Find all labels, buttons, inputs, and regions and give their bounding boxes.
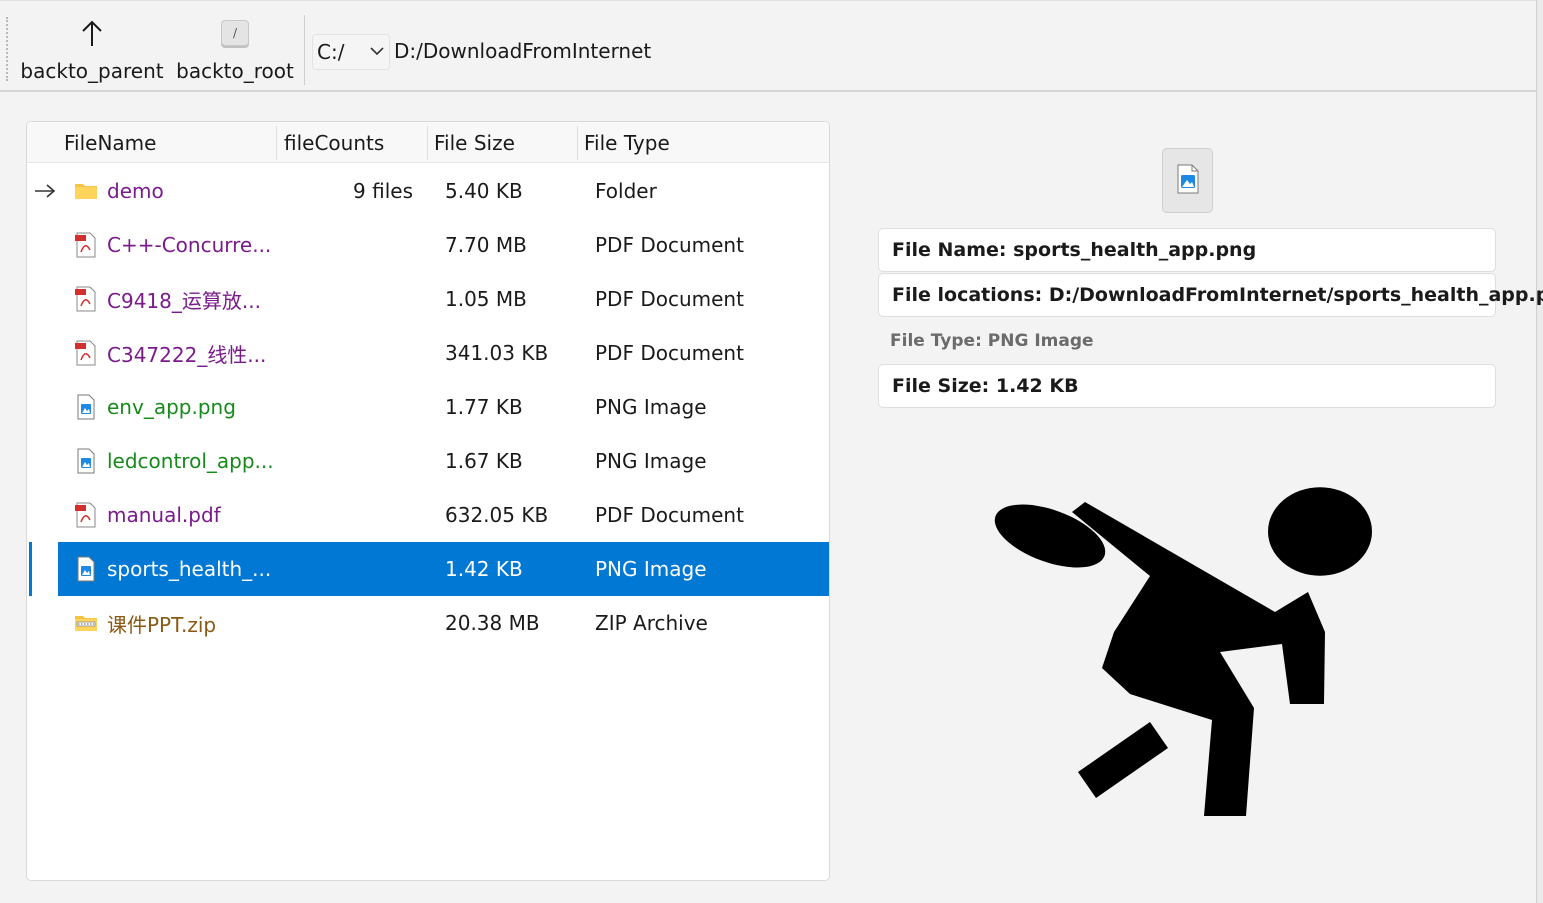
file-name-cell: sports_health_... [107,557,272,581]
file-type-cell: ZIP Archive [595,611,708,635]
table-row[interactable]: demo 9 files 5.40 KB Folder [27,164,829,218]
file-type-cell: PDF Document [595,503,744,527]
table-row[interactable]: C347222_线性... 341.03 KB PDF Document [27,326,829,380]
file-type-cell: PDF Document [595,287,744,311]
folder-icon [73,164,99,218]
table-row[interactable]: 课件PPT.zip 20.38 MB ZIP Archive [27,596,829,650]
back-to-root-label: backto_root [176,59,294,83]
table-row[interactable]: C9418_运算放... 1.05 MB PDF Document [27,272,829,326]
file-count-cell [275,488,413,542]
back-to-parent-label: backto_parent [20,59,164,83]
file-size-cell: 7.70 MB [445,233,527,257]
file-size-cell: 1.05 MB [445,287,527,311]
detail-file-name: File Name: sports_health_app.png [878,228,1496,272]
file-name-cell: C347222_线性... [107,342,267,367]
image-preview [990,472,1390,832]
file-count-cell [275,218,413,272]
file-count-cell [275,272,413,326]
file-name-cell: C++-Concurre... [107,233,272,257]
table-row[interactable]: C++-Concurre... 7.70 MB PDF Document [27,218,829,272]
table-row[interactable]: ledcontrol_app... 1.67 KB PNG Image [27,434,829,488]
file-count-cell [275,596,413,650]
column-divider[interactable] [427,126,428,160]
zip-icon [73,596,99,650]
file-size-cell: 1.77 KB [445,395,523,419]
back-to-parent-button[interactable]: backto_parent [20,9,164,87]
column-header-filetype[interactable]: File Type [584,122,670,163]
detail-file-size: File Size: 1.42 KB [878,364,1496,408]
file-count-cell [275,380,413,434]
file-name-cell: ledcontrol_app... [107,449,274,473]
column-header-filecounts[interactable]: fileCounts [284,122,384,163]
image-file-icon [73,380,99,434]
table-header: FileName fileCounts File Size File Type [27,122,829,163]
file-size-cell: 20.38 MB [445,611,540,635]
file-type-cell: PDF Document [595,341,744,365]
drive-select[interactable]: C:/ [312,34,390,70]
back-to-root-button[interactable]: / backto_root [176,9,294,87]
file-count-cell [275,434,413,488]
detail-file-type: File Type: PNG Image [890,331,1094,351]
file-count-cell [275,542,413,596]
image-file-icon [73,542,99,596]
file-name-cell: demo [107,179,164,203]
file-count-cell: 9 files [353,179,413,203]
window-right-edge [1536,0,1543,903]
file-name-cell: manual.pdf [107,503,221,527]
file-name-cell: env_app.png [107,395,236,419]
table-row[interactable]: env_app.png 1.77 KB PNG Image [27,380,829,434]
pdf-icon [73,326,99,380]
file-type-cell: Folder [595,179,657,203]
file-type-cell: PNG Image [595,557,707,581]
current-row-arrow-icon [33,164,57,218]
toolbar-grip[interactable] [6,17,8,81]
file-size-cell: 5.40 KB [445,179,523,203]
image-file-icon [73,434,99,488]
file-size-cell: 341.03 KB [445,341,549,365]
pdf-icon [73,218,99,272]
pdf-icon [73,488,99,542]
image-file-icon [1176,164,1200,198]
column-header-filename[interactable]: FileName [64,122,156,163]
current-path: D:/DownloadFromInternet [394,39,652,63]
drive-select-value: C:/ [317,40,345,64]
file-size-cell: 1.67 KB [445,449,523,473]
detail-file-location: File locations: D:/DownloadFromInternet/… [878,273,1543,317]
toolbar: backto_parent / backto_root C:/ D:/Downl… [0,0,1536,92]
file-type-cell: PNG Image [595,449,707,473]
toolbar-separator [304,15,305,85]
file-count-cell [275,326,413,380]
table-row[interactable]: sports_health_... 1.42 KB PNG Image [27,542,829,596]
column-divider[interactable] [276,126,277,160]
arrow-up-icon [80,13,104,53]
file-name-cell: 课件PPT.zip [107,612,217,637]
file-type-cell: PDF Document [595,233,744,257]
sports-figure-icon [994,487,1372,816]
file-thumbnail [1162,148,1213,213]
root-key-icon: / [221,13,249,53]
file-table: FileName fileCounts File Size File Type … [26,121,830,881]
column-header-filesize[interactable]: File Size [434,122,515,163]
chevron-down-icon [367,41,387,66]
file-size-cell: 1.42 KB [445,557,523,581]
file-name-cell: C9418_运算放... [107,288,261,313]
selection-marker [29,542,32,596]
table-row[interactable]: manual.pdf 632.05 KB PDF Document [27,488,829,542]
file-size-cell: 632.05 KB [445,503,549,527]
column-divider[interactable] [577,126,578,160]
pdf-icon [73,272,99,326]
file-type-cell: PNG Image [595,395,707,419]
